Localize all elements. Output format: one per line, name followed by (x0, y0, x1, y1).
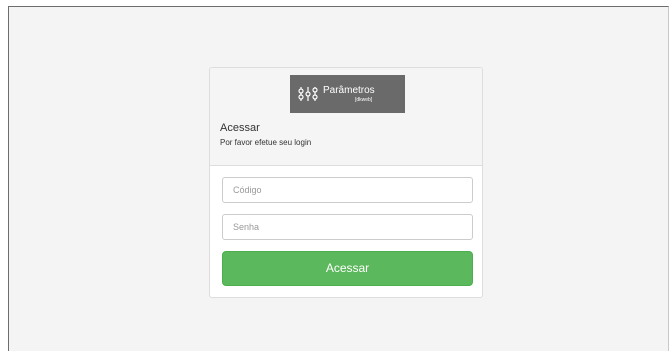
login-submit-button[interactable]: Acessar (222, 251, 473, 286)
app-logo: Parâmetros [dkweb] (290, 75, 405, 113)
equalizer-sliders-icon (298, 87, 318, 101)
login-subtitle: Por favor efetue seu login (220, 138, 312, 147)
login-panel: Parâmetros [dkweb] Acessar Por favor efe… (209, 67, 483, 298)
logo-subtitle: [dkweb] (355, 97, 373, 103)
login-panel-header: Parâmetros [dkweb] Acessar Por favor efe… (210, 68, 482, 166)
password-input[interactable] (222, 214, 473, 240)
code-input[interactable] (222, 177, 473, 203)
logo-name: Parâmetros (323, 85, 375, 96)
page-background: Parâmetros [dkweb] Acessar Por favor efe… (8, 6, 669, 351)
login-title: Acessar (220, 122, 260, 134)
